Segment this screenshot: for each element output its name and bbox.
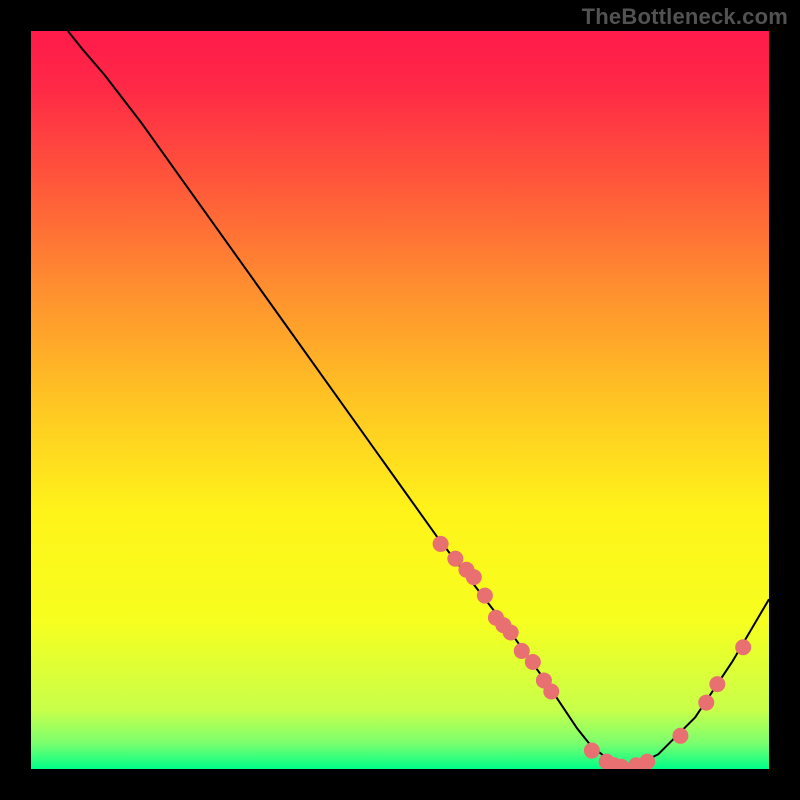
data-marker xyxy=(735,639,751,655)
data-marker xyxy=(543,684,559,700)
chart-frame xyxy=(31,31,769,769)
data-marker xyxy=(433,536,449,552)
data-marker xyxy=(584,743,600,759)
data-marker xyxy=(672,728,688,744)
bottleneck-chart xyxy=(31,31,769,769)
attribution-text: TheBottleneck.com xyxy=(582,4,788,30)
data-marker xyxy=(525,654,541,670)
data-marker xyxy=(477,588,493,604)
data-marker xyxy=(503,624,519,640)
data-marker xyxy=(466,569,482,585)
gradient-background xyxy=(31,31,769,769)
data-marker xyxy=(709,676,725,692)
data-marker xyxy=(698,695,714,711)
data-marker xyxy=(639,754,655,769)
